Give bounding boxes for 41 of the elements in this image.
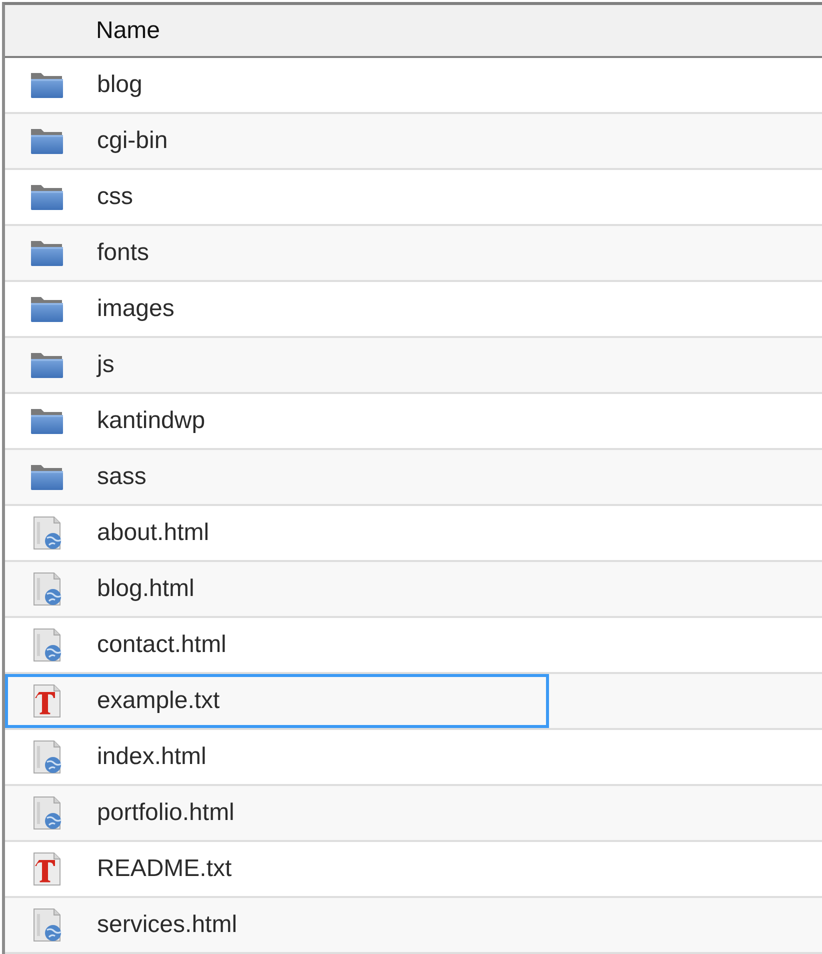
folder-icon [30,463,64,491]
folder-icon [30,127,64,155]
folder-icon [30,295,64,323]
web-page-icon [32,572,62,606]
folder-icon [30,351,64,379]
file-name: kantindwp [97,407,206,435]
file-name: contact.html [97,631,226,659]
file-name: services.html [97,911,238,939]
folder-icon [30,183,64,211]
file-row[interactable]: services.html [5,898,822,954]
file-name: example.txt [97,687,220,715]
file-row[interactable]: sass [5,450,822,506]
file-name: README.txt [97,855,232,883]
web-page-icon [32,628,62,662]
folder-icon [30,407,64,435]
folder-icon [30,71,64,99]
folder-icon [30,239,64,267]
text-file-icon [32,684,62,718]
file-row[interactable]: js [5,338,822,394]
file-row[interactable]: fonts [5,226,822,282]
web-page-icon [32,740,62,774]
column-header[interactable]: Name [96,16,160,44]
file-row[interactable]: example.txt [5,674,822,730]
web-page-icon [32,796,62,830]
file-name: fonts [97,239,150,267]
file-name: about.html [97,519,210,547]
web-page-icon [32,908,62,942]
text-file-icon [32,852,62,886]
file-name: index.html [97,743,206,771]
file-name: cgi-bin [97,127,168,155]
web-page-icon [32,516,62,550]
file-row[interactable]: blog.html [5,562,822,618]
file-row[interactable]: cgi-bin [5,114,822,170]
file-name: blog [97,71,142,99]
file-name: portfolio.html [97,799,234,827]
file-name: sass [97,463,146,491]
file-row[interactable]: portfolio.html [5,786,822,842]
file-name: blog.html [97,575,194,603]
file-name: images [97,295,174,323]
file-name: css [97,183,133,211]
file-name: js [97,351,114,379]
